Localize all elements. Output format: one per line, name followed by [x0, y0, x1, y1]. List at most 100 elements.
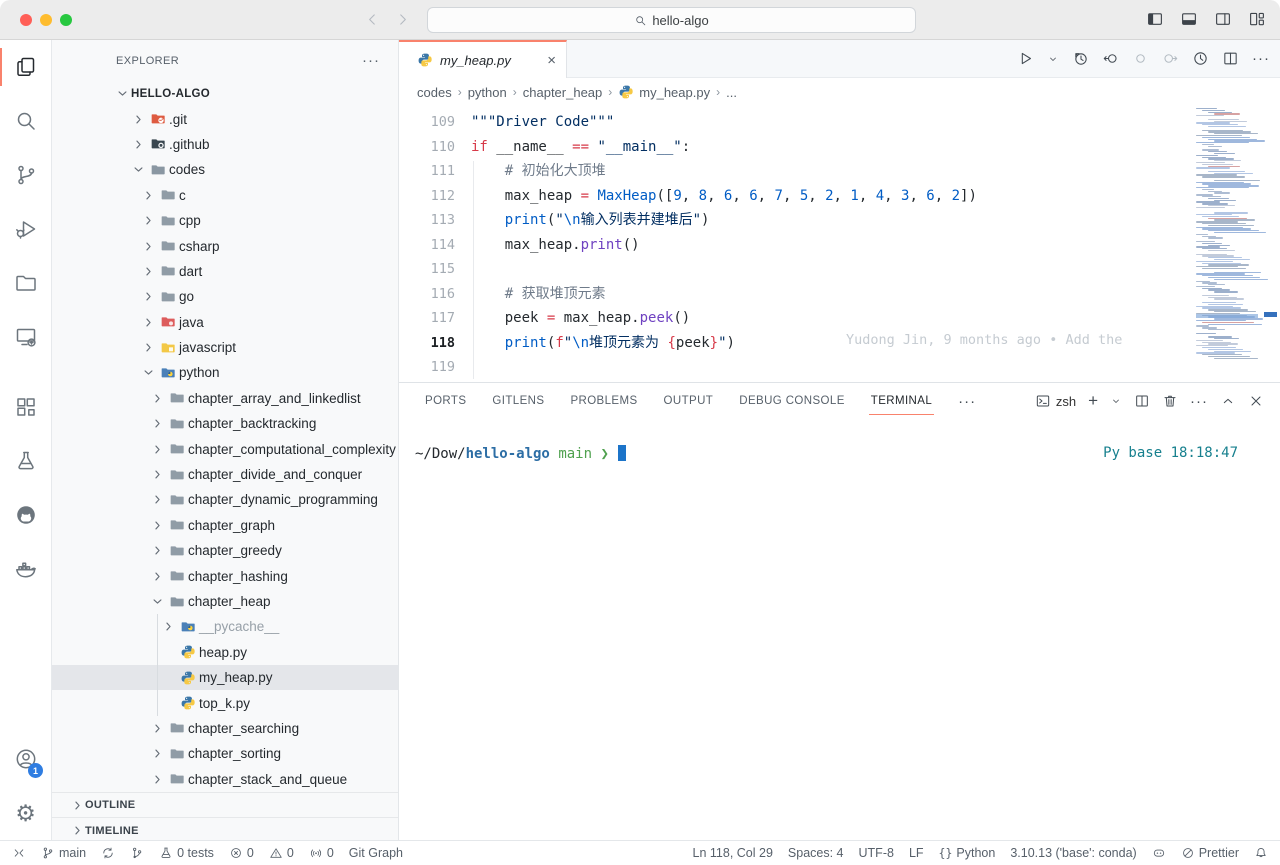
activity-bar-item-github[interactable] [0, 488, 51, 542]
status-warnings[interactable]: 0 [269, 846, 294, 860]
layout-sidebar-left-icon[interactable] [1146, 10, 1164, 28]
split-editor-icon[interactable] [1222, 50, 1239, 67]
tree-item--github[interactable]: .github [52, 132, 398, 157]
tree-item-chapter-sorting[interactable]: chapter_sorting [52, 741, 398, 766]
tree-item-codes[interactable]: codes [52, 157, 398, 182]
terminal-more[interactable]: ··· [1190, 393, 1208, 410]
tree-item-chapter-array-and-linkedlist[interactable]: chapter_array_and_linkedlist [52, 386, 398, 411]
activity-bar-item-project-manager[interactable] [0, 256, 51, 310]
close-window-button[interactable] [20, 14, 32, 26]
split-terminal[interactable] [1134, 393, 1150, 409]
status-errors[interactable]: 0 [229, 846, 254, 860]
minimize-window-button[interactable] [40, 14, 52, 26]
tree-item--pycache-[interactable]: __pycache__ [52, 614, 398, 639]
launch-profile[interactable] [1110, 395, 1122, 407]
panel-tab-output[interactable]: OUTPUT [664, 395, 714, 407]
tree-item-go[interactable]: go [52, 284, 398, 309]
activity-bar-item-source-control[interactable] [0, 148, 51, 202]
file-history-icon[interactable] [1072, 50, 1089, 67]
command-center-search[interactable]: hello-algo [427, 7, 916, 33]
tree-item-heap-py[interactable]: heap.py [52, 640, 398, 665]
tree-item-chapter-stack-and-queue[interactable]: chapter_stack_and_queue [52, 767, 398, 792]
panel-tab-problems[interactable]: PROBLEMS [570, 395, 637, 407]
activity-bar-item-docker[interactable] [0, 542, 51, 596]
run-dropdown-icon[interactable] [1047, 53, 1059, 65]
more-actions-icon[interactable]: ··· [1252, 50, 1270, 67]
status-test-status[interactable]: 0 tests [159, 846, 214, 860]
navigate-back-icon[interactable] [364, 11, 381, 28]
status-cursor-position[interactable]: Ln 118, Col 29 [693, 846, 773, 860]
breadcrumb-item-chapter-heap[interactable]: chapter_heap [523, 85, 603, 100]
status-python-interpreter[interactable]: 3.10.13 ('base': conda) [1010, 846, 1136, 860]
activity-bar-item-search[interactable] [0, 94, 51, 148]
tree-item-javascript[interactable]: javascript [52, 335, 398, 360]
panel-tab-ports[interactable]: PORTS [425, 395, 466, 407]
close-panel[interactable] [1248, 393, 1264, 409]
tree-item--git[interactable]: .git [52, 106, 398, 131]
tree-item-chapter-computational-complexity[interactable]: chapter_computational_complexity [52, 436, 398, 461]
activity-bar-item-accounts[interactable]: 1 [0, 732, 51, 786]
gitlens-annotate-icon[interactable] [1192, 50, 1209, 67]
run-python-file-icon[interactable] [1017, 50, 1034, 67]
sidebar-section-outline[interactable]: OUTLINE [52, 792, 398, 818]
status-notifications[interactable] [1254, 846, 1268, 860]
status-encoding[interactable]: UTF-8 [859, 846, 894, 860]
breadcrumb-item-python[interactable]: python [468, 85, 507, 100]
new-terminal[interactable]: + [1088, 391, 1098, 411]
activity-bar-item-explorer[interactable] [0, 40, 51, 94]
tab-close-icon[interactable]: × [547, 52, 556, 69]
status-indentation[interactable]: Spaces: 4 [788, 846, 844, 860]
next-change-icon[interactable] [1162, 50, 1179, 67]
status-copilot[interactable] [1152, 846, 1166, 860]
activity-bar-item-testing[interactable] [0, 434, 51, 488]
status-git-graph[interactable]: Git Graph [349, 846, 403, 860]
panel-tab-gitlens[interactable]: GITLENS [492, 395, 544, 407]
tree-item-python[interactable]: python [52, 360, 398, 385]
shell-selector[interactable]: zsh [1035, 393, 1076, 409]
terminal-view[interactable]: ~/Dow/hello-algo main ❯ Py base 18:18:47 [399, 419, 1280, 462]
tree-item-chapter-graph[interactable]: chapter_graph [52, 513, 398, 538]
tree-item-chapter-heap[interactable]: chapter_heap [52, 589, 398, 614]
sidebar-more-actions-icon[interactable]: ··· [362, 52, 380, 69]
status-eol[interactable]: LF [909, 846, 924, 860]
tree-item-dart[interactable]: dart [52, 259, 398, 284]
status-gitlens-status[interactable] [130, 846, 144, 860]
layout-panel-icon[interactable] [1180, 10, 1198, 28]
tree-item-chapter-greedy[interactable]: chapter_greedy [52, 538, 398, 563]
zoom-window-button[interactable] [60, 14, 72, 26]
breadcrumb-item--[interactable]: ... [726, 85, 737, 100]
tree-item-csharp[interactable]: csharp [52, 233, 398, 258]
status-ports[interactable]: 0 [309, 846, 334, 860]
minimap[interactable] [1196, 108, 1258, 378]
previous-change-icon[interactable] [1132, 50, 1149, 67]
customize-layout-icon[interactable] [1248, 10, 1266, 28]
open-changes-icon[interactable] [1102, 50, 1119, 67]
navigate-forward-icon[interactable] [394, 11, 411, 28]
tree-root-hello-algo[interactable]: HELLO-ALGO [52, 81, 398, 106]
tree-item-my-heap-py[interactable]: my_heap.py [52, 665, 398, 690]
status-sync-changes[interactable] [101, 846, 115, 860]
panel-tab-debug-console[interactable]: DEBUG CONSOLE [739, 395, 845, 407]
tree-item-java[interactable]: java [52, 310, 398, 335]
tree-item-chapter-hashing[interactable]: chapter_hashing [52, 563, 398, 588]
tree-item-chapter-backtracking[interactable]: chapter_backtracking [52, 411, 398, 436]
tree-item-chapter-searching[interactable]: chapter_searching [52, 716, 398, 741]
tree-item-chapter-dynamic-programming[interactable]: chapter_dynamic_programming [52, 487, 398, 512]
tree-item-cpp[interactable]: cpp [52, 208, 398, 233]
code-editor[interactable]: 109"""Driver Code"""110if __name__ == "_… [399, 106, 1280, 382]
breadcrumb-item-my-heap-py[interactable]: my_heap.py [618, 84, 710, 100]
tree-item-c[interactable]: c [52, 183, 398, 208]
panel-tabs-more-icon[interactable]: ··· [958, 393, 976, 410]
activity-bar-item-remote-explorer[interactable] [0, 310, 51, 364]
tree-item-top-k-py[interactable]: top_k.py [52, 690, 398, 715]
tree-item-chapter-divide-and-conquer[interactable]: chapter_divide_and_conquer [52, 462, 398, 487]
status-prettier[interactable]: Prettier [1181, 846, 1239, 860]
sidebar-section-timeline[interactable]: TIMELINE [52, 817, 398, 840]
status-remote-indicator[interactable] [12, 846, 26, 860]
maximize-panel[interactable] [1220, 393, 1236, 409]
kill-terminal[interactable] [1162, 393, 1178, 409]
status-git-branch[interactable]: main [41, 846, 86, 860]
activity-bar-item-run-debug[interactable] [0, 202, 51, 256]
tab-my-heap-py[interactable]: my_heap.py × [399, 40, 567, 78]
status-language-mode[interactable]: {}Python [939, 846, 996, 860]
